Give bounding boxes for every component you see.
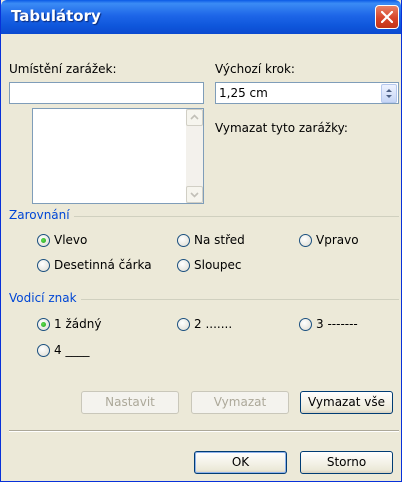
radio-icon bbox=[37, 258, 50, 272]
radio-icon bbox=[37, 343, 50, 357]
close-icon bbox=[381, 11, 393, 23]
align-decimal-radio[interactable]: Desetinná čárka bbox=[37, 258, 152, 272]
tab-position-input[interactable] bbox=[9, 82, 204, 104]
leader-dots-radio[interactable]: 2 ....... bbox=[177, 317, 232, 331]
align-left-radio[interactable]: Vlevo bbox=[37, 233, 87, 247]
tabs-dialog: Tabulátory Umístění zarážek: Výchozí kro… bbox=[0, 0, 402, 482]
arrow-up-icon bbox=[190, 114, 199, 120]
spin-arrows-icon bbox=[386, 89, 392, 98]
align-center-label: Na střed bbox=[194, 233, 245, 247]
align-decimal-label: Desetinná čárka bbox=[54, 258, 152, 272]
buttons-separator bbox=[9, 430, 399, 432]
default-step-spinner[interactable]: 1,25 cm bbox=[215, 82, 399, 104]
leader-dots-label: 2 ....... bbox=[194, 317, 233, 331]
radio-icon bbox=[177, 258, 190, 272]
default-step-label: Výchozí krok: bbox=[215, 62, 295, 76]
scroll-down-button[interactable] bbox=[186, 186, 203, 203]
arrow-down-icon bbox=[190, 192, 199, 198]
alignment-group-title: Zarovnání bbox=[9, 208, 74, 222]
align-bar-radio[interactable]: Sloupec bbox=[177, 258, 242, 272]
align-right-radio[interactable]: Vpravo bbox=[299, 233, 359, 247]
scroll-up-button[interactable] bbox=[186, 109, 203, 126]
radio-checked-icon bbox=[37, 317, 50, 331]
align-bar-label: Sloupec bbox=[194, 258, 242, 272]
tab-positions-label: Umístění zarážek: bbox=[9, 62, 117, 76]
leader-none-radio[interactable]: 1 žádný bbox=[37, 317, 101, 331]
dialog-title: Tabulátory bbox=[11, 7, 101, 25]
radio-icon bbox=[177, 317, 190, 331]
radio-checked-icon bbox=[37, 233, 50, 247]
title-bar[interactable]: Tabulátory bbox=[1, 0, 401, 34]
align-left-label: Vlevo bbox=[54, 233, 88, 247]
align-center-radio[interactable]: Na střed bbox=[177, 233, 245, 247]
close-button[interactable] bbox=[375, 5, 399, 29]
radio-icon bbox=[299, 233, 312, 247]
cancel-button[interactable]: Storno bbox=[300, 451, 393, 474]
clear-button[interactable]: Vymazat bbox=[191, 391, 289, 414]
default-step-value: 1,25 cm bbox=[219, 86, 268, 100]
clear-stops-label: Vymazat tyto zarážky: bbox=[215, 121, 348, 135]
align-right-label: Vpravo bbox=[316, 233, 359, 247]
leader-group-title: Vodicí znak bbox=[9, 291, 81, 305]
ok-button[interactable]: OK bbox=[194, 451, 287, 474]
leader-dashes-label: 3 ------- bbox=[316, 317, 358, 331]
leader-none-label: 1 žádný bbox=[54, 317, 102, 331]
set-button[interactable]: Nastavit bbox=[81, 391, 179, 414]
radio-icon bbox=[299, 317, 312, 331]
radio-icon bbox=[177, 233, 190, 247]
list-scrollbar[interactable] bbox=[186, 109, 203, 203]
leader-dashes-radio[interactable]: 3 ------- bbox=[299, 317, 358, 331]
tab-positions-list[interactable] bbox=[32, 108, 204, 204]
leader-underline-label: 4 ____ bbox=[54, 343, 90, 357]
leader-underline-radio[interactable]: 4 ____ bbox=[37, 343, 89, 357]
clear-all-button[interactable]: Vymazat vše bbox=[300, 391, 393, 414]
spin-buttons[interactable] bbox=[381, 84, 397, 103]
